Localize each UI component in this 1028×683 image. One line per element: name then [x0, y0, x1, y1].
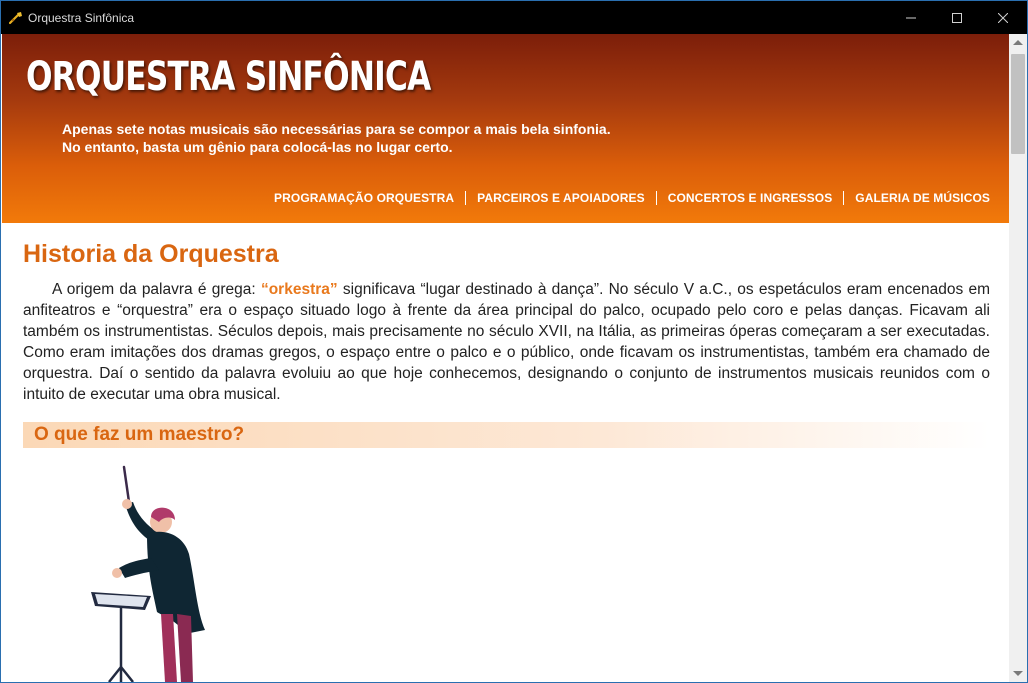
- maximize-button[interactable]: [934, 1, 980, 34]
- window-title: Orquestra Sinfônica: [28, 11, 135, 25]
- close-button[interactable]: [980, 1, 1026, 34]
- subheading-bar: O que faz um maestro?: [23, 422, 990, 448]
- minimize-button[interactable]: [888, 1, 934, 34]
- nav-link-concertos[interactable]: CONCERTOS E INGRESSOS: [668, 191, 833, 205]
- trumpet-icon: [9, 12, 22, 25]
- app-window: Orquestra Sinfônica ORQUESTRA SINFÔNICA …: [0, 0, 1028, 683]
- section-title: Historia da Orquestra: [23, 240, 279, 268]
- main-content: Historia da Orquestra A origem da palavr…: [23, 239, 990, 448]
- scrollbar-thumb[interactable]: [1011, 54, 1025, 154]
- nav-link-galeria[interactable]: GALERIA DE MÚSICOS: [855, 191, 990, 205]
- close-icon: [998, 12, 1008, 23]
- conductor-illustration: [91, 465, 205, 682]
- nav-link-parceiros[interactable]: PARCEIROS E APOIADORES: [477, 191, 645, 205]
- paragraph-text-rest: significava “lugar destinado à dança”. N…: [23, 281, 990, 403]
- paragraph-text-start: A origem da palavra é grega:: [52, 281, 261, 298]
- scroll-up-arrow-icon[interactable]: [1013, 40, 1023, 45]
- tagline-line-2: No entanto, basta um gênio para colocá-l…: [62, 139, 453, 155]
- title-bar[interactable]: Orquestra Sinfônica: [1, 1, 1027, 34]
- nav-separator: [843, 191, 845, 205]
- tagline: Apenas sete notas musicais são necessári…: [62, 120, 611, 156]
- nav-link-programacao[interactable]: PROGRAMAÇÃO ORQUESTRA: [274, 191, 454, 205]
- orkestra-highlight: “orkestra”: [260, 281, 338, 298]
- subheading-title: O que faz um maestro?: [34, 424, 245, 445]
- site-title: ORQUESTRA SINFÔNICA: [26, 54, 431, 100]
- history-paragraph: A origem da palavra é grega: “orkestra” …: [23, 279, 990, 405]
- site-header: ORQUESTRA SINFÔNICA Apenas sete notas mu…: [2, 34, 1009, 223]
- vertical-scrollbar[interactable]: [1009, 34, 1027, 682]
- scroll-down-arrow-icon[interactable]: [1013, 671, 1023, 676]
- nav-separator: [655, 191, 657, 205]
- main-nav: PROGRAMAÇÃO ORQUESTRA PARCEIROS E APOIAD…: [274, 191, 990, 205]
- page-content[interactable]: ORQUESTRA SINFÔNICA Apenas sete notas mu…: [2, 34, 1009, 682]
- nav-separator: [465, 191, 467, 205]
- minimize-icon: [906, 17, 916, 18]
- maximize-icon: [952, 12, 962, 23]
- tagline-line-1: Apenas sete notas musicais são necessári…: [62, 121, 611, 137]
